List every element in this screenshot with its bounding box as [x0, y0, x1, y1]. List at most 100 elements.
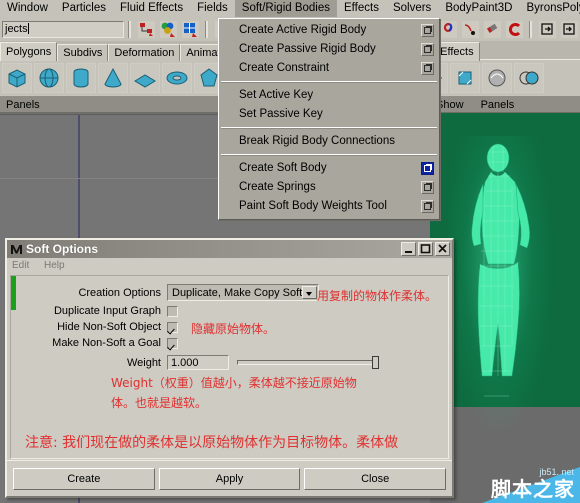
close-button-footer[interactable]: Close: [304, 467, 447, 490]
create-button[interactable]: Create: [13, 467, 155, 490]
weight-input[interactable]: 1.000: [167, 355, 229, 370]
viewport-left-menu-panels[interactable]: Panels: [6, 99, 40, 111]
option-box-icon-selected[interactable]: [421, 162, 434, 175]
menu-byronspolytools[interactable]: ByronsPolyTools 1.: [519, 0, 580, 17]
menu-item-label: Paint Soft Body Weights Tool: [239, 200, 387, 212]
viewport-right-menu-panels[interactable]: Panels: [481, 99, 515, 111]
apply-button[interactable]: Apply: [158, 467, 301, 490]
menu-item-label: Create Springs: [239, 181, 316, 193]
option-box-icon[interactable]: [421, 200, 434, 213]
dialog-body: Creation Options Duplicate, Make Copy So…: [7, 273, 452, 461]
snap-to-points-icon[interactable]: [460, 19, 480, 39]
select-by-object-type-icon[interactable]: [158, 19, 178, 39]
menu-item-label: Set Passive Key: [239, 108, 323, 120]
select-by-hierarchy-icon[interactable]: [136, 19, 156, 39]
option-box-icon[interactable]: [421, 43, 434, 56]
creation-options-dropdown[interactable]: Duplicate, Make Copy Soft: [167, 284, 319, 301]
model-mesh: [471, 143, 530, 397]
viewport-right-menu-show[interactable]: Show: [436, 99, 464, 111]
hide-non-soft-object-label: Hide Non-Soft Object: [57, 321, 161, 333]
menu-item-create-springs[interactable]: Create Springs: [219, 178, 439, 197]
poly-sphere-icon[interactable]: [34, 63, 64, 93]
render-globals-icon[interactable]: [559, 19, 579, 39]
poly-bevel-icon[interactable]: [450, 63, 480, 93]
selection-name-value: jects: [5, 22, 28, 35]
construction-plane-icon[interactable]: [438, 19, 458, 39]
menu-particles[interactable]: Particles: [55, 0, 113, 17]
menu-fields[interactable]: Fields: [190, 0, 235, 17]
poly-plane-icon[interactable]: [130, 63, 160, 93]
make-non-soft-a-goal-checkbox[interactable]: [167, 337, 178, 349]
row-make-non-soft-a-goal: Make Non-Soft a Goal: [11, 337, 178, 349]
menu-item-create-soft-body[interactable]: Create Soft Body: [219, 159, 439, 178]
menu-item-create-constraint[interactable]: Create Constraint: [219, 59, 439, 78]
menu-soft-rigid-bodies[interactable]: Soft/Rigid Bodies: [234, 0, 337, 17]
character-model-wireframe[interactable]: [448, 136, 553, 436]
shelf-tab-subdivs[interactable]: Subdivs: [57, 44, 109, 61]
dialog-menubar: Edit Help: [7, 258, 452, 274]
select-by-component-type-icon[interactable]: [180, 19, 200, 39]
duplicate-input-graph-checkbox[interactable]: [167, 305, 178, 317]
dialog-content: Creation Options Duplicate, Make Copy So…: [10, 275, 449, 459]
menu-solvers[interactable]: Solvers: [386, 0, 438, 17]
weight-annotation-line2: 体。也就是越软。: [111, 396, 208, 410]
poly-cylinder-icon[interactable]: [66, 63, 96, 93]
soft-options-dialog[interactable]: Soft Options Edit Help Creation Options: [5, 238, 454, 498]
menu-item-set-active-key[interactable]: Set Active Key: [219, 86, 439, 105]
menu-separator: [221, 154, 437, 156]
menu-item-label: Set Active Key: [239, 89, 314, 101]
row-weight: Weight 1.000: [11, 355, 379, 370]
caution-line-2: 完后，我们可以关闭原始物体的隐藏属性，来观察它。: [25, 456, 448, 458]
duplicate-input-graph-label: Duplicate Input Graph: [53, 305, 161, 317]
toolbar-separator: [529, 20, 532, 38]
weight-slider-track: [237, 360, 379, 365]
poly-boolean-icon[interactable]: [514, 63, 544, 93]
shelf-tab-deformation[interactable]: Deformation: [108, 44, 181, 61]
open-render-view-icon[interactable]: [504, 19, 524, 39]
close-button[interactable]: [435, 242, 450, 256]
creation-options-annotation: 用复制的物体作柔体。: [317, 289, 438, 303]
menu-window[interactable]: Window: [0, 0, 55, 17]
menu-separator: [221, 127, 437, 129]
dialog-menu-help[interactable]: Help: [44, 260, 65, 271]
weight-slider-thumb[interactable]: [372, 356, 379, 369]
dialog-titlebar[interactable]: Soft Options: [7, 240, 452, 258]
weight-slider[interactable]: [237, 356, 379, 369]
hide-non-soft-object-checkbox[interactable]: [167, 321, 178, 333]
option-box-icon[interactable]: [421, 24, 434, 37]
weight-label: Weight: [126, 356, 161, 369]
render-current-frame-icon[interactable]: [537, 19, 557, 39]
option-box-icon[interactable]: [421, 181, 434, 194]
menu-fluid-effects[interactable]: Fluid Effects: [113, 0, 190, 17]
make-non-soft-a-goal-label: Make Non-Soft a Goal: [52, 337, 161, 349]
menu-effects[interactable]: Effects: [337, 0, 386, 17]
poly-torus-icon[interactable]: [162, 63, 192, 93]
menu-item-label: Create Soft Body: [239, 162, 327, 174]
shelf-tab-polygons[interactable]: Polygons: [0, 42, 58, 61]
chevron-down-icon[interactable]: [302, 286, 317, 299]
menu-separator: [221, 81, 437, 83]
dialog-menu-edit[interactable]: Edit: [12, 260, 29, 271]
menu-item-create-passive-rigid-body[interactable]: Create Passive Rigid Body: [219, 40, 439, 59]
toolbar-separator: [128, 20, 131, 38]
maya-application-window: Window Particles Fluid Effects Fields So…: [0, 0, 580, 503]
menu-bodypaint3d[interactable]: BodyPaint3D: [438, 0, 519, 17]
minimize-button[interactable]: [401, 242, 416, 256]
creation-options-value: Duplicate, Make Copy Soft: [172, 286, 303, 299]
row-hide-non-soft-object: Hide Non-Soft Object: [11, 321, 178, 333]
row-duplicate-input-graph: Duplicate Input Graph: [11, 305, 178, 317]
soft-rigid-bodies-dropdown-menu[interactable]: Create Active Rigid Body Create Passive …: [218, 18, 440, 220]
maximize-button[interactable]: [418, 242, 433, 256]
menu-item-break-rigid-body-connections[interactable]: Break Rigid Body Connections: [219, 132, 439, 151]
creation-options-label: Creation Options: [78, 286, 161, 299]
poly-cone-icon[interactable]: [98, 63, 128, 93]
poly-smooth-icon[interactable]: [482, 63, 512, 93]
option-box-icon[interactable]: [421, 62, 434, 75]
menu-item-paint-soft-body-weights-tool[interactable]: Paint Soft Body Weights Tool: [219, 197, 439, 216]
menu-item-label: Create Active Rigid Body: [239, 24, 367, 36]
selection-name-input[interactable]: jects: [2, 20, 124, 38]
menu-item-create-active-rigid-body[interactable]: Create Active Rigid Body: [219, 21, 439, 40]
poly-cube-icon[interactable]: [2, 63, 32, 93]
menu-item-set-passive-key[interactable]: Set Passive Key: [219, 105, 439, 124]
magnet-snap-icon[interactable]: [482, 19, 502, 39]
